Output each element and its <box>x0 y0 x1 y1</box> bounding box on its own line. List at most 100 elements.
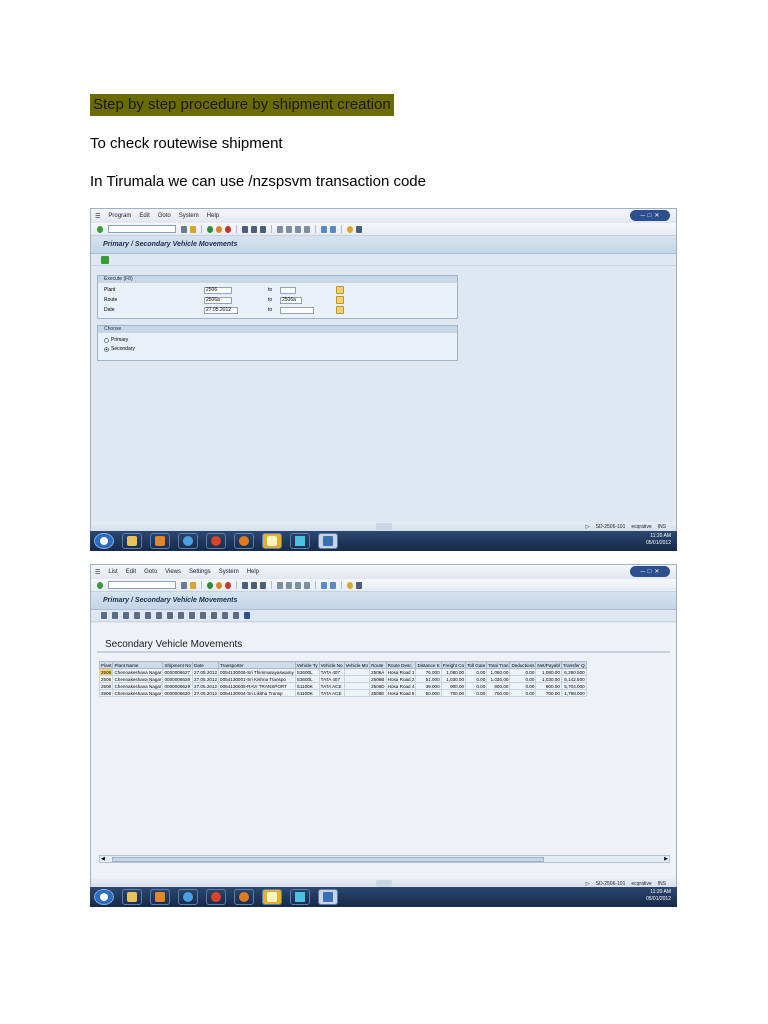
first-page-icon[interactable] <box>277 581 283 589</box>
plant-multiple-selection-button[interactable] <box>336 286 344 294</box>
file-manager-icon[interactable] <box>262 889 282 905</box>
table-row[interactable]: 2506 Chennakeshava Nagar 0000006630 27.0… <box>98 689 587 697</box>
sap-menu-icon[interactable]: ☰ <box>95 569 100 576</box>
cell-transporter[interactable]: 0054130004-Sri Likitha Transp <box>218 689 296 697</box>
cell-net-payable[interactable]: 900.00 <box>535 682 562 690</box>
find-icon[interactable] <box>251 581 257 589</box>
cell-transporter[interactable]: 0054130001-Sri Kishna Transpo <box>218 675 296 683</box>
previous-page-icon[interactable] <box>286 225 292 233</box>
cell-vehicle-no[interactable]: TATA 407 <box>318 675 345 683</box>
cell-route[interactable]: 2506B <box>369 675 387 683</box>
menu-program[interactable]: Program <box>108 213 131 219</box>
cell-plant-name[interactable]: Chennakeshava Nagar <box>112 682 164 690</box>
cell-date[interactable]: 27.05.2012 <box>192 668 220 676</box>
cell-transfer-q[interactable]: 5,704.000 <box>560 682 587 690</box>
cell-distance[interactable]: 39.000 <box>415 682 442 690</box>
last-page-icon[interactable] <box>304 581 310 589</box>
route-from-input[interactable]: 2506a <box>204 296 232 304</box>
cell-vehicle-mo[interactable] <box>343 675 371 683</box>
menu-system[interactable]: System <box>219 569 239 575</box>
cell-vehicle-mo[interactable] <box>343 682 371 690</box>
radio-primary[interactable]: Primary <box>104 337 128 343</box>
cell-net-payable[interactable]: 1,030.00 <box>535 675 562 683</box>
cell-plant[interactable]: 2506 <box>98 675 114 683</box>
sap-gui-icon[interactable] <box>318 533 338 549</box>
cell-plant[interactable]: 2506 <box>98 689 114 697</box>
cell-route-desc[interactable]: Hosa Road 5 <box>385 689 417 697</box>
col-route[interactable]: Route <box>369 661 387 669</box>
cell-route-desc[interactable]: Hosa Road 1 <box>385 668 417 676</box>
cell-vehicle-type[interactable]: S1100K <box>294 682 320 690</box>
command-field[interactable] <box>108 225 176 233</box>
cell-total-tran[interactable]: 900.00 <box>486 682 511 690</box>
route-multiple-selection-button[interactable] <box>336 296 344 304</box>
sap-menu-icon[interactable]: ☰ <box>95 213 100 220</box>
help-icon[interactable] <box>347 225 353 233</box>
enter-icon[interactable] <box>97 225 103 233</box>
system-clock[interactable]: 11:20 AM 05/01/2012 <box>646 889 671 903</box>
cell-transfer-q[interactable]: 6,142.500 <box>560 675 587 683</box>
col-plant-name[interactable]: Plant Name <box>112 661 164 669</box>
cell-transporter[interactable]: 0054130005-RAVI TRANSPORT <box>218 682 296 690</box>
total-icon[interactable] <box>145 612 151 619</box>
mail-icon[interactable] <box>178 612 184 619</box>
sap-logon-icon[interactable] <box>290 889 310 905</box>
details-icon[interactable] <box>101 612 107 619</box>
exit-icon[interactable] <box>216 225 222 233</box>
print-icon[interactable] <box>242 581 248 589</box>
shortcut-icon[interactable] <box>330 225 336 233</box>
cancel-icon[interactable] <box>225 225 231 233</box>
cell-route[interactable]: 2506A <box>369 668 387 676</box>
find-next-icon[interactable] <box>260 581 266 589</box>
status-play-icon[interactable]: ▷ <box>586 524 590 530</box>
next-page-icon[interactable] <box>295 581 301 589</box>
col-vehicle-no[interactable]: Vehicle No <box>318 661 345 669</box>
enter-icon[interactable] <box>97 581 103 589</box>
scroll-right-icon[interactable]: ▶ <box>664 856 668 862</box>
cell-total-tran[interactable]: 700.00 <box>486 689 511 697</box>
cell-shipment-no[interactable]: 0000006628 <box>162 675 194 683</box>
chrome-icon[interactable] <box>206 533 226 549</box>
window-controls[interactable]: ─ □ ✕ <box>630 210 670 221</box>
cell-net-payable[interactable]: 1,080.00 <box>535 668 562 676</box>
cell-date[interactable]: 27.05.2012 <box>192 689 220 697</box>
find-icon[interactable] <box>251 225 257 233</box>
cell-net-payable[interactable]: 700.00 <box>535 689 562 697</box>
new-session-icon[interactable] <box>321 581 327 589</box>
graphic-icon[interactable] <box>189 612 195 619</box>
radio-secondary-circle[interactable] <box>104 346 109 352</box>
system-clock[interactable]: 11:20 AM 05/01/2012 <box>646 533 671 547</box>
sap-gui-icon[interactable] <box>318 889 338 905</box>
cell-deductions[interactable]: 0.00 <box>509 675 537 683</box>
cell-plant-name[interactable]: Chennakeshava Nagar <box>112 675 164 683</box>
window-controls[interactable]: ─ □ ✕ <box>630 566 670 577</box>
media-player-icon[interactable] <box>150 533 170 549</box>
cell-route[interactable]: 2506D <box>369 682 387 690</box>
previous-page-icon[interactable] <box>286 581 292 589</box>
first-page-icon[interactable] <box>277 225 283 233</box>
cell-distance[interactable]: 50.000 <box>415 689 442 697</box>
cell-vehicle-no[interactable]: TATA 407 <box>318 668 345 676</box>
start-button-icon[interactable] <box>94 533 114 549</box>
status-system[interactable]: SD-2506-101 <box>596 524 626 530</box>
cell-plant[interactable]: 2506 <box>98 668 114 676</box>
next-page-icon[interactable] <box>295 225 301 233</box>
back-icon[interactable] <box>207 581 213 589</box>
table-row[interactable]: 2506 Chennakeshava Nagar 0000006628 27.0… <box>98 675 587 683</box>
close-icon[interactable]: ✕ <box>654 212 659 219</box>
table-row[interactable]: 2506 Chennakeshava Nagar 0000006627 27.0… <box>98 668 587 676</box>
execute-icon[interactable] <box>101 255 109 264</box>
back-arrow-icon[interactable] <box>181 581 187 589</box>
find-next-icon[interactable] <box>260 225 266 233</box>
layout-menu-icon[interactable] <box>356 225 362 233</box>
col-shipment-no[interactable]: Shipment No <box>162 661 194 669</box>
cell-total-tran[interactable]: 1,080.00 <box>486 668 511 676</box>
col-total-tran[interactable]: Total Tran <box>486 661 511 669</box>
media-player-icon[interactable] <box>150 889 170 905</box>
col-transporter[interactable]: Transporter <box>218 661 296 669</box>
exit-icon[interactable] <box>216 581 222 589</box>
cell-vehicle-type[interactable]: S3600L <box>294 675 320 683</box>
col-route-desc[interactable]: Route Desc <box>385 661 417 669</box>
cell-shipment-no[interactable]: 0000006630 <box>162 689 194 697</box>
cell-toll-gate[interactable]: 0.00 <box>465 682 488 690</box>
